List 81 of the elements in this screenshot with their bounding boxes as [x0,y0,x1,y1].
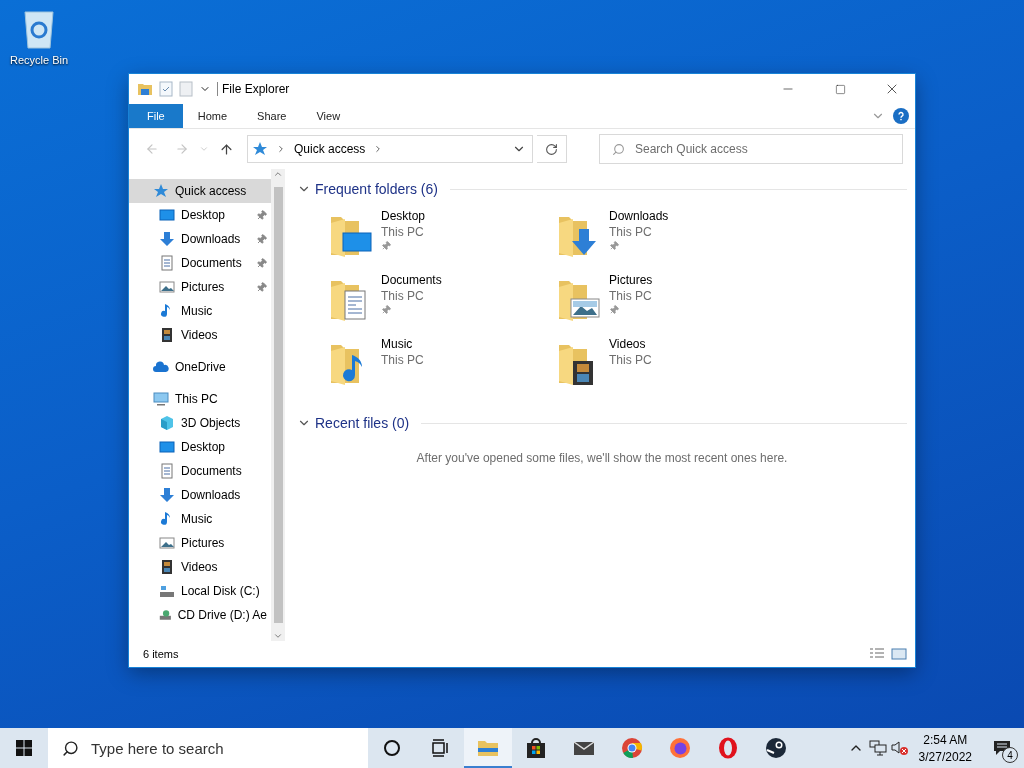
scroll-down-icon[interactable] [273,631,283,641]
shopping-bag-icon [524,736,548,760]
clock[interactable]: 2:54 AM 3/27/2022 [910,732,980,764]
desktop-icon-label: Recycle Bin [9,54,69,66]
computer-icon [153,391,169,407]
folder-icon [137,81,153,97]
refresh-button[interactable] [537,135,567,163]
network-icon[interactable] [868,740,887,756]
drive-icon [159,583,175,599]
task-view-icon [431,739,449,757]
nav-item[interactable]: Pictures [129,275,271,299]
circle-icon [383,739,401,757]
download-icon [159,487,175,503]
muted-speaker-icon[interactable] [890,740,909,756]
fox-browser-icon [668,736,692,760]
disc-drive-icon [159,607,172,623]
folder-tile[interactable]: Downloads This PC [557,209,785,273]
nav-item[interactable]: Quick access [129,179,271,203]
ring-browser-icon [716,736,740,760]
nav-item[interactable]: Pictures [129,531,271,555]
round-browser-icon [620,736,644,760]
nav-item[interactable]: Local Disk (C:) [129,579,271,603]
window-title: File Explorer [217,82,759,96]
notifications-button[interactable]: 4 [980,728,1024,768]
breadcrumb-separator-icon [276,144,286,154]
nav-item[interactable]: Downloads [129,483,271,507]
notification-count: 4 [1002,747,1018,763]
download-icon [159,231,175,247]
search-field[interactable]: Search Quick access [599,134,903,164]
scroll-up-icon[interactable] [273,169,283,179]
search-icon [612,142,625,156]
address-bar[interactable]: Quick access [247,135,533,163]
scrollbar[interactable] [271,169,285,641]
nav-item[interactable]: Music [129,299,271,323]
nav-item[interactable]: Videos [129,323,271,347]
star-icon [252,141,268,157]
ribbon-tab[interactable]: View [301,104,356,128]
picture-icon [159,279,175,295]
nav-item[interactable]: Desktop [129,203,271,227]
help-icon[interactable] [893,108,909,124]
item-count: 6 items [143,648,180,660]
ribbon-tab[interactable]: Share [242,104,302,128]
taskbar-search-field[interactable]: Type here to search [48,728,368,768]
details-view-icon[interactable] [869,648,885,660]
section-title: Recent files (0) [315,415,410,431]
nav-item[interactable]: Documents [129,459,271,483]
film-icon [159,559,175,575]
cube-icon [159,415,175,431]
folder-tile[interactable]: Pictures This PC [557,273,785,337]
properties-icon[interactable] [159,81,173,97]
empty-message: After you've opened some files, we'll show the most recent ones here. [415,451,789,465]
folder-tile[interactable]: Videos This PC [557,337,785,401]
maximize-icon [834,83,846,95]
monitor-icon [159,207,175,223]
document-icon [159,463,175,479]
search-icon [62,739,79,757]
cloud-icon [153,359,169,375]
nav-item[interactable]: CD Drive (D:) Ae [129,603,271,627]
forward-arrow-icon [175,142,189,156]
picture-icon [159,535,175,551]
document-icon [159,255,175,271]
ribbon-tab[interactable]: File [129,104,183,128]
nav-item[interactable]: This PC [129,387,271,411]
windows-logo-icon [16,740,32,756]
section-title: Frequent folders (6) [315,181,438,197]
folder-tile[interactable]: Music This PC [329,337,557,401]
star-icon [153,183,169,199]
nav-item[interactable]: Videos [129,555,271,579]
nav-item[interactable]: 3D Objects [129,411,271,435]
ribbon-tab[interactable]: Home [182,104,243,128]
folder-tile[interactable]: Documents This PC [329,273,557,337]
game-launcher-icon [764,736,788,760]
nav-item[interactable]: Music [129,507,271,531]
film-icon [159,327,175,343]
nav-item[interactable]: OneDrive [129,355,271,379]
monitor-icon [159,439,175,455]
nav-item[interactable]: Documents [129,251,271,275]
folder-tile[interactable]: Desktop This PC [329,209,557,273]
refresh-icon [545,142,558,156]
nav-item[interactable]: Desktop [129,435,271,459]
nav-item[interactable]: Downloads [129,227,271,251]
